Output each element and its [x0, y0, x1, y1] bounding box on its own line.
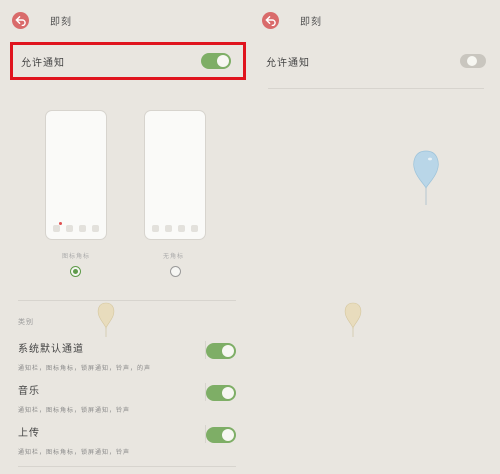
category-subtitle: 通知栏，图标角标，锁屏通知，铃声，的声	[18, 365, 152, 372]
back-button[interactable]	[262, 11, 279, 29]
category-subtitle: 通知栏，图标角标，锁屏通知，铃声	[18, 407, 131, 414]
balloon-icon	[344, 302, 362, 337]
header: 即刻	[12, 10, 72, 30]
back-arrow-icon	[265, 15, 276, 26]
page-title: 即刻	[300, 16, 322, 28]
style-radio-badge[interactable]	[70, 266, 81, 277]
allow-notifications-toggle[interactable]	[201, 53, 231, 69]
category-subtitle: 通知栏，图标角标，锁屏通知，铃声	[18, 449, 131, 456]
allow-notifications-label: 允许通知	[266, 57, 310, 69]
category-row-upload[interactable]: 上传 通知栏，图标角标，锁屏通知，铃声	[18, 424, 238, 456]
style-caption-none: 无角标	[163, 253, 185, 260]
allow-notifications-label: 允许通知	[21, 57, 65, 69]
back-arrow-icon	[15, 15, 26, 26]
divider	[268, 88, 484, 89]
divider	[18, 466, 236, 467]
style-preview-none[interactable]	[144, 110, 206, 240]
left-panel: 即刻 允许通知 图标角标 无角标 类别 系统默认通道 通知栏，图标角标，锁屏通知…	[0, 0, 250, 474]
allow-notifications-row[interactable]: 允许通知	[10, 42, 246, 80]
allow-notifications-toggle[interactable]	[460, 54, 486, 68]
balloon-icon	[97, 302, 115, 337]
category-row-music[interactable]: 音乐 通知栏，图标角标，锁屏通知，铃声	[18, 382, 238, 414]
category-row-default[interactable]: 系统默认通道 通知栏，图标角标，锁屏通知，铃声，的声	[18, 340, 238, 372]
category-toggle-upload[interactable]	[206, 427, 236, 443]
style-preview-badge[interactable]	[45, 110, 107, 240]
divider	[18, 300, 236, 301]
back-button[interactable]	[12, 11, 29, 29]
header: 即刻	[262, 10, 322, 30]
category-toggle-default[interactable]	[206, 343, 236, 359]
allow-notifications-row[interactable]: 允许通知	[258, 42, 496, 80]
section-label-categories: 类别	[18, 318, 34, 326]
style-caption-badge: 图标角标	[62, 253, 91, 260]
page-title: 即刻	[50, 16, 72, 28]
balloon-icon	[413, 150, 439, 205]
style-radio-none[interactable]	[170, 266, 181, 277]
category-toggle-music[interactable]	[206, 385, 236, 401]
right-panel: 即刻 允许通知	[250, 0, 500, 474]
